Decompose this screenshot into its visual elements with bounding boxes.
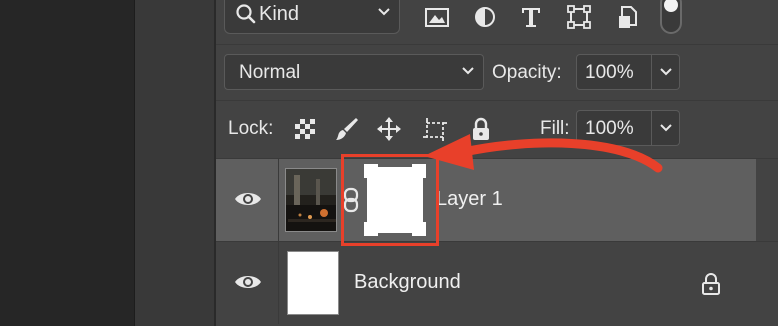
opacity-value: 100% — [585, 62, 634, 83]
layer-name[interactable]: Layer 1 — [436, 188, 503, 211]
opacity-dropdown-button[interactable] — [652, 54, 680, 90]
chevron-down-icon — [462, 67, 474, 75]
layer-name[interactable]: Background — [354, 271, 461, 294]
search-icon — [236, 4, 256, 24]
lock-position-icon[interactable] — [376, 116, 402, 142]
divider — [278, 242, 279, 324]
chevron-down-icon — [378, 8, 390, 16]
divider — [278, 159, 279, 241]
eye-icon[interactable] — [234, 189, 262, 209]
layer-thumbnail[interactable] — [285, 168, 337, 232]
image-filter-icon[interactable] — [424, 4, 450, 30]
type-filter-icon[interactable] — [518, 4, 544, 30]
toggle-knob — [664, 0, 678, 12]
eye-icon[interactable] — [234, 272, 262, 292]
panel-scroll-gutter — [756, 242, 778, 324]
layer-thumbnail[interactable] — [287, 251, 339, 315]
filter-toggle[interactable] — [660, 0, 682, 34]
canvas-area — [0, 0, 134, 326]
photo-thumbnail — [286, 169, 336, 231]
annotation-arrow-icon — [424, 134, 663, 173]
panel-dock-strip — [134, 0, 214, 326]
lock-transparent-pixels-icon[interactable] — [292, 116, 318, 142]
divider — [216, 44, 778, 45]
blend-mode-value: Normal — [239, 62, 301, 83]
lock-image-pixels-icon[interactable] — [334, 116, 360, 142]
opacity-label: Opacity: — [492, 62, 562, 83]
shape-filter-icon[interactable] — [566, 4, 592, 30]
panel-scroll-gutter — [756, 159, 778, 241]
lock-icon[interactable] — [700, 272, 722, 296]
filter-kind-dropdown[interactable]: Kind — [224, 0, 400, 34]
adjustment-filter-icon[interactable] — [472, 4, 498, 30]
filter-kind-label: Kind — [259, 3, 300, 25]
opacity-input[interactable]: 100% — [576, 54, 652, 90]
blend-mode-dropdown[interactable]: Normal — [224, 54, 484, 90]
smart-object-filter-icon[interactable] — [616, 4, 642, 30]
lock-label: Lock: — [228, 118, 274, 139]
chevron-down-icon — [660, 68, 672, 76]
divider — [216, 100, 778, 101]
layer-row-background[interactable]: Background — [216, 242, 778, 324]
